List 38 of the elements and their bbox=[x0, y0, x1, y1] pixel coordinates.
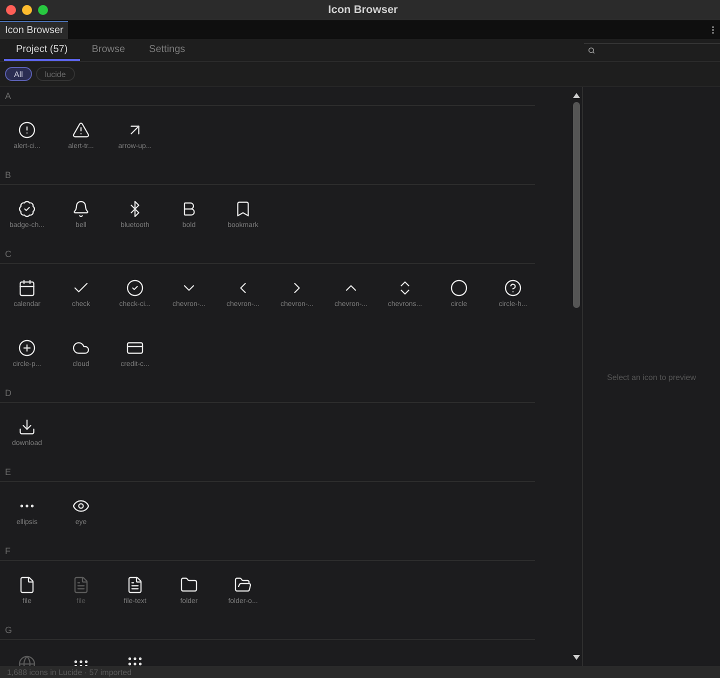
eye-icon[interactable] bbox=[72, 497, 90, 515]
file-text-icon[interactable] bbox=[126, 576, 144, 594]
badge-check-icon[interactable] bbox=[18, 200, 36, 218]
section-letter: G bbox=[5, 625, 12, 635]
search-icon bbox=[588, 47, 595, 54]
section-letter: A bbox=[5, 91, 12, 101]
file-icon[interactable] bbox=[18, 576, 36, 594]
filter-chip[interactable]: All bbox=[5, 67, 32, 81]
credit-card-icon[interactable] bbox=[126, 339, 144, 357]
scroll-up-icon[interactable] bbox=[572, 93, 580, 98]
section-letter: B bbox=[5, 170, 12, 180]
minimize-button[interactable] bbox=[22, 5, 32, 15]
scrollbar-thumb[interactable] bbox=[572, 102, 580, 308]
alert-circle-icon[interactable] bbox=[18, 121, 36, 139]
tab[interactable]: Browse bbox=[80, 39, 138, 61]
close-button[interactable] bbox=[6, 5, 16, 15]
document-tab[interactable]: Icon Browser bbox=[0, 21, 68, 39]
bookmark-icon[interactable] bbox=[234, 200, 252, 218]
help-circle-icon[interactable] bbox=[504, 279, 522, 297]
tab[interactable]: Settings bbox=[137, 39, 198, 61]
zoom-button[interactable] bbox=[38, 5, 48, 15]
download-icon[interactable] bbox=[18, 418, 36, 436]
check-circle-icon[interactable] bbox=[126, 279, 144, 297]
plus-circle-icon[interactable] bbox=[18, 339, 36, 357]
section-letter: D bbox=[5, 388, 12, 398]
cloud-icon[interactable] bbox=[72, 339, 90, 357]
warning-triangle-icon[interactable] bbox=[72, 121, 90, 139]
window-title: Icon Browser bbox=[328, 4, 399, 16]
section-letter: E bbox=[5, 467, 12, 477]
calendar-icon[interactable] bbox=[18, 279, 36, 297]
circle-icon[interactable] bbox=[450, 279, 468, 297]
scroll-down-icon[interactable] bbox=[572, 655, 580, 660]
section-letter: C bbox=[5, 249, 12, 259]
folder-open-icon[interactable] bbox=[234, 576, 252, 594]
preview-message: Select an icon to preview bbox=[607, 373, 696, 384]
folder-icon[interactable] bbox=[180, 576, 198, 594]
bell-icon[interactable] bbox=[72, 200, 90, 218]
section-letter: F bbox=[5, 546, 10, 556]
